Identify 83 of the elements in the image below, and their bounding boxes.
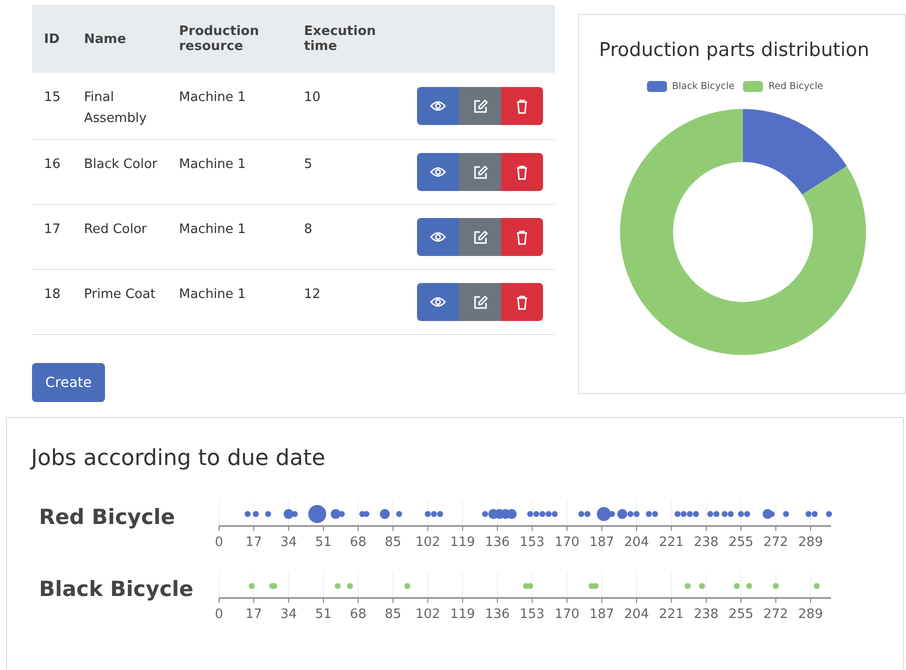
column-header: Name [72, 5, 167, 73]
row-label: Red Bicycle [39, 505, 176, 529]
tick-label: 85 [384, 535, 402, 550]
edit-button[interactable] [459, 153, 501, 191]
tick-label: 170 [554, 607, 580, 622]
edit-button[interactable] [459, 218, 501, 256]
tick-label: 68 [350, 607, 366, 622]
view-button[interactable] [417, 218, 459, 256]
edit-icon [472, 164, 488, 180]
tick-label: 0 [214, 535, 224, 550]
tick-label: 204 [624, 535, 649, 550]
table-cell: Machine 1 [167, 204, 292, 270]
eye-icon [430, 100, 446, 112]
view-button[interactable] [417, 283, 459, 321]
table-cell: Black Color [72, 140, 167, 204]
tick-label: 221 [658, 607, 684, 622]
tick-label: 238 [694, 535, 719, 550]
tick-label: 17 [246, 535, 262, 550]
tick-label: 238 [694, 607, 719, 622]
trash-icon [516, 230, 528, 244]
legend-label: Black Bicycle [672, 81, 734, 92]
tick-label: 68 [350, 535, 366, 550]
tick-label: 272 [763, 535, 788, 550]
tick-label: 17 [246, 607, 262, 622]
table-cell: 15 [32, 73, 72, 140]
tick-label: 255 [728, 607, 754, 622]
row-label: Black Bicycle [39, 577, 194, 601]
eye-icon [430, 166, 446, 178]
table-cell: 16 [32, 140, 72, 204]
tick-label: 51 [315, 535, 332, 550]
tick-label: 289 [798, 607, 823, 622]
trash-icon [516, 294, 528, 310]
table-cell: Red Color [72, 204, 167, 270]
tick-label: 85 [384, 607, 402, 622]
tick-label: 102 [415, 535, 440, 550]
tick-label: 170 [554, 535, 580, 550]
tick-label: 136 [484, 535, 510, 550]
tick-label: 153 [520, 535, 545, 550]
trash-icon [516, 98, 528, 114]
trash-icon [516, 164, 528, 180]
legend-label: Red Bicycle [768, 81, 824, 92]
tick-label: 221 [658, 535, 684, 550]
table-cell: Machine 1 [167, 270, 292, 334]
tick-label: 272 [763, 607, 788, 622]
edit-button[interactable] [459, 87, 501, 125]
tick-label: 187 [589, 607, 614, 622]
tick-label: 51 [315, 607, 332, 622]
table-cell: 18 [32, 270, 72, 334]
view-button[interactable] [417, 153, 459, 191]
tick-label: 187 [589, 535, 614, 550]
tick-label: 255 [728, 535, 754, 550]
tick-label: 34 [280, 607, 297, 622]
tick-label: 102 [415, 607, 440, 622]
tick-label: 34 [280, 535, 297, 550]
edit-icon [472, 98, 488, 114]
delete-button[interactable] [501, 283, 543, 321]
column-header: Production resource [167, 5, 292, 73]
table-cell: 17 [32, 204, 72, 270]
eye-icon [430, 296, 446, 308]
edit-icon [472, 230, 488, 244]
tick-label: 119 [450, 607, 475, 622]
column-header: ID [32, 5, 72, 73]
table-cell: Prime Coat [72, 270, 167, 334]
edit-icon [472, 294, 488, 310]
delete-button[interactable] [501, 87, 543, 125]
tick-label: 136 [484, 607, 510, 622]
tick-label: 119 [450, 535, 475, 550]
tick-label: 153 [520, 607, 545, 622]
chart-title: Production parts distribution [599, 39, 870, 61]
tick-label: 289 [798, 535, 823, 550]
edit-button[interactable] [459, 283, 501, 321]
delete-button[interactable] [501, 153, 543, 191]
tick-label: 204 [624, 607, 649, 622]
table-cell: Final Assembly [72, 73, 167, 140]
eye-icon [430, 231, 446, 243]
delete-button[interactable] [501, 218, 543, 256]
column-header: Execution time [292, 5, 417, 73]
table-cell: Machine 1 [167, 73, 292, 140]
tick-label: 0 [214, 607, 224, 622]
chart-title: Jobs according to due date [31, 446, 326, 471]
table-cell: Machine 1 [167, 140, 292, 204]
create-button[interactable]: Create [32, 363, 105, 402]
view-button[interactable] [417, 87, 459, 125]
